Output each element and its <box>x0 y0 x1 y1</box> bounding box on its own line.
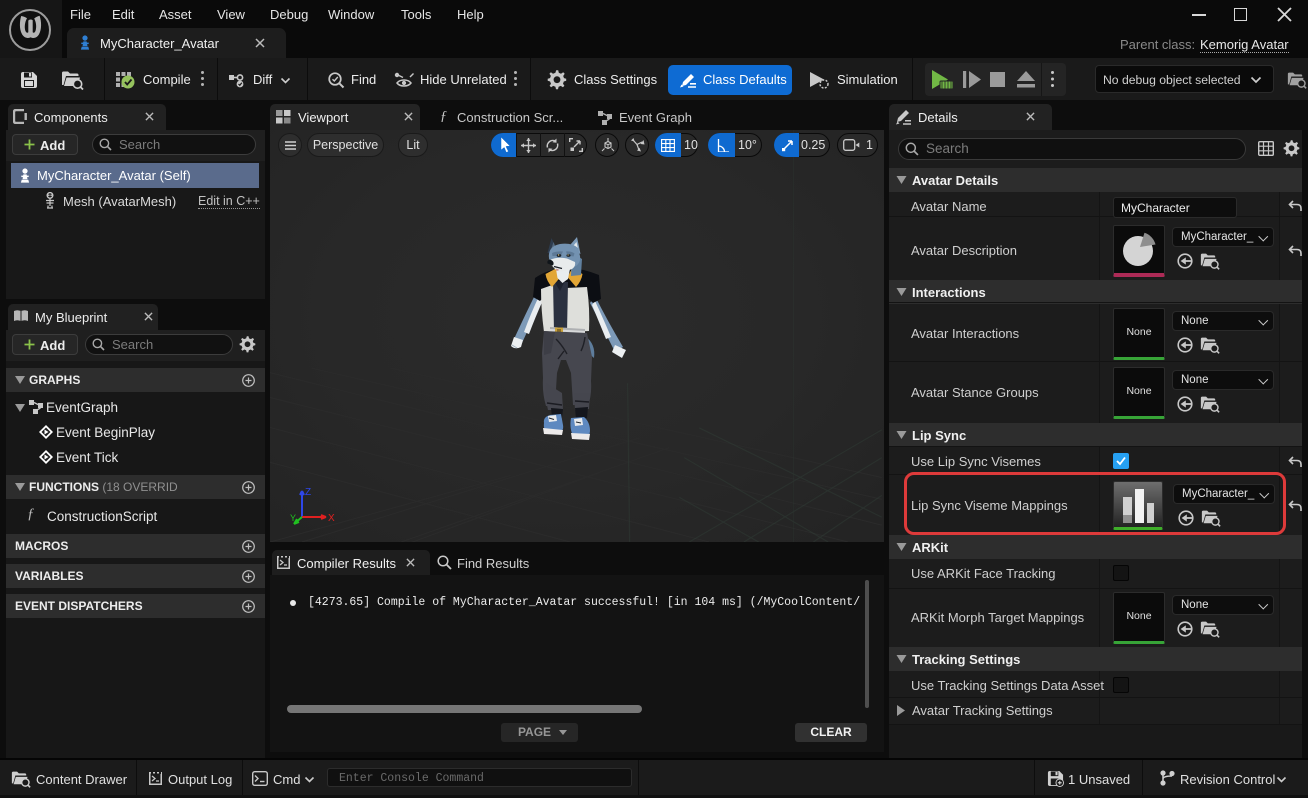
svg-text:Y: Y <box>290 513 296 523</box>
svg-text:X: X <box>328 513 335 524</box>
svg-text:Z: Z <box>305 487 311 498</box>
